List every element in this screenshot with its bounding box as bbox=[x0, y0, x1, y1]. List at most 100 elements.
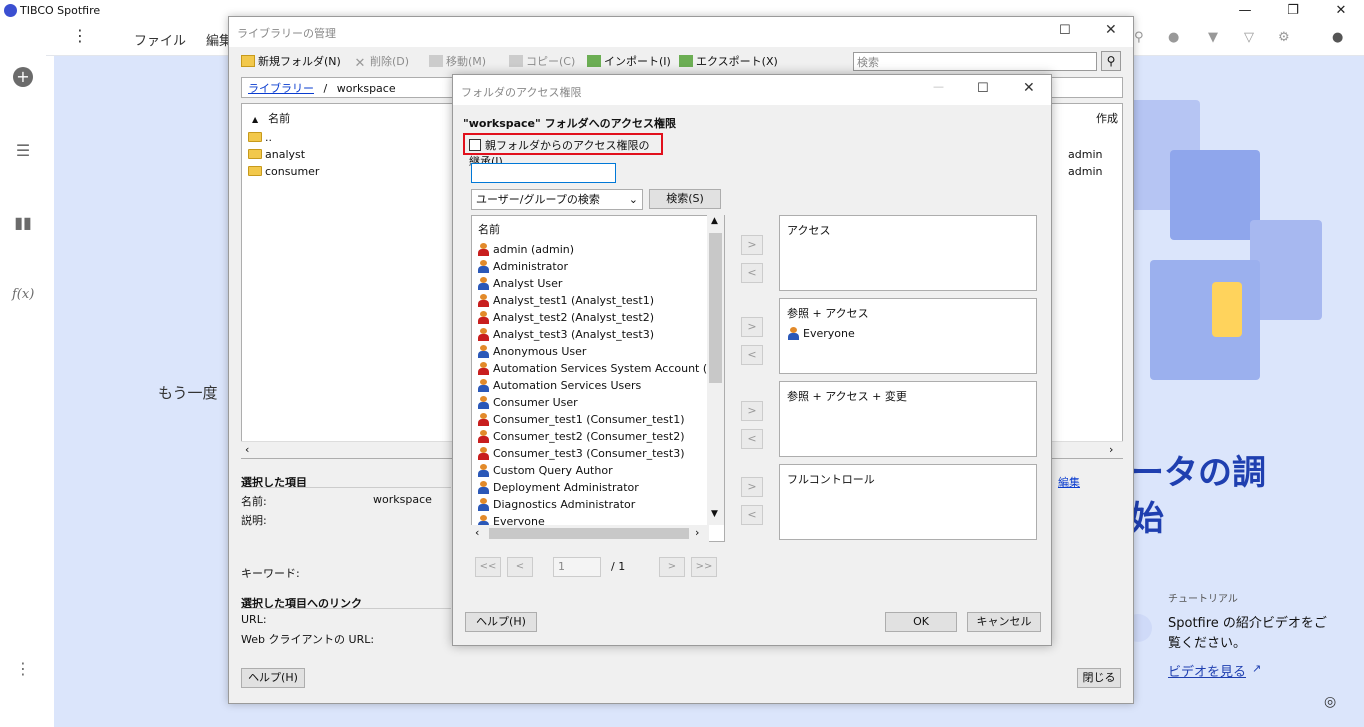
add-to-full-control-button[interactable]: > bbox=[741, 477, 763, 497]
user-list-item[interactable]: Administrator bbox=[477, 258, 568, 275]
close-icon[interactable]: ✕ bbox=[1332, 2, 1350, 20]
permission-box-read-access-modify[interactable]: 参照 + アクセス + 変更 bbox=[779, 381, 1037, 457]
library-search-input[interactable]: 検索 bbox=[853, 52, 1097, 71]
column-header-name[interactable]: ▲ 名前 bbox=[252, 110, 290, 126]
user-list-item-name: Analyst_test3 (Analyst_test3) bbox=[493, 328, 655, 341]
user-list-item[interactable]: Consumer_test1 (Consumer_test1) bbox=[477, 411, 685, 428]
list-item[interactable]: consumer bbox=[248, 163, 319, 180]
bookmark-icon[interactable]: ▼ bbox=[1208, 30, 1218, 45]
remove-from-access-button[interactable]: < bbox=[741, 263, 763, 283]
user-list-item[interactable]: Analyst_test2 (Analyst_test2) bbox=[477, 309, 654, 326]
add-to-access-button[interactable]: > bbox=[741, 235, 763, 255]
import-button[interactable]: インポート(I) bbox=[587, 53, 671, 71]
checkbox-box[interactable] bbox=[469, 139, 481, 151]
tutorial-link[interactable]: ビデオを見る bbox=[1168, 661, 1246, 680]
menu-file[interactable]: ファイル bbox=[134, 30, 186, 49]
new-folder-button[interactable]: 新規フォルダ(N) bbox=[241, 53, 341, 71]
pager-page-input[interactable]: 1 bbox=[553, 557, 601, 577]
dialog-help-button[interactable]: ヘルプ(H) bbox=[465, 612, 537, 632]
user-list-item-name: Analyst User bbox=[493, 277, 563, 290]
scroll-thumb[interactable] bbox=[709, 233, 722, 383]
scroll-thumb[interactable] bbox=[489, 528, 689, 539]
list-item[interactable]: .. bbox=[248, 129, 272, 146]
close-icon[interactable]: ✕ bbox=[1105, 22, 1117, 38]
close-icon[interactable]: ✕ bbox=[1023, 80, 1035, 96]
close-button[interactable]: 閉じる bbox=[1077, 668, 1121, 688]
permission-box-read-access[interactable]: 参照 + アクセス Everyone bbox=[779, 298, 1037, 374]
remove-from-read-access-button[interactable]: < bbox=[741, 345, 763, 365]
remove-from-full-control-button[interactable]: < bbox=[741, 505, 763, 525]
user-list-item[interactable]: Consumer_test3 (Consumer_test3) bbox=[477, 445, 685, 462]
new-folder-label: 新規フォルダ(N) bbox=[258, 55, 341, 68]
user-list-item[interactable]: Automation Services System Account (auto… bbox=[477, 360, 724, 377]
move-button[interactable]: 移動(M) bbox=[429, 53, 486, 71]
add-to-read-access-button[interactable]: > bbox=[741, 317, 763, 337]
user-list-item[interactable]: Analyst User bbox=[477, 275, 562, 292]
filter-icon[interactable]: ▽ bbox=[1244, 30, 1254, 45]
hierarchy-icon[interactable]: ⋮ bbox=[12, 658, 34, 680]
breadcrumb-root[interactable]: ライブラリー bbox=[248, 82, 314, 95]
search-icon[interactable]: ⚲ bbox=[1101, 51, 1121, 71]
data-canvas-icon[interactable]: ☰ bbox=[12, 140, 34, 162]
visualization-icon[interactable]: ▮▮ bbox=[12, 212, 34, 234]
scroll-right-icon[interactable]: › bbox=[695, 526, 699, 539]
move-label: 移動(M) bbox=[446, 55, 487, 68]
inherit-permissions-checkbox[interactable]: 親フォルダからのアクセス権限の継承(I) bbox=[463, 133, 663, 168]
column-header-created[interactable]: 作成 bbox=[1096, 110, 1118, 126]
user-list-item[interactable]: Consumer_test2 (Consumer_test2) bbox=[477, 428, 685, 445]
scroll-left-icon[interactable]: ‹ bbox=[475, 526, 479, 539]
copy-button[interactable]: コピー(C) bbox=[509, 53, 575, 71]
maximize-icon[interactable]: ☐ bbox=[977, 81, 989, 96]
minimize-icon[interactable]: — bbox=[1236, 2, 1254, 20]
search-button[interactable]: 検索(S) bbox=[649, 189, 721, 209]
pager-prev-button[interactable]: < bbox=[507, 557, 533, 577]
add-icon[interactable]: + bbox=[13, 67, 33, 87]
comment-icon[interactable]: ● bbox=[1168, 30, 1179, 45]
ok-button[interactable]: OK bbox=[885, 612, 957, 632]
permission-box-access[interactable]: アクセス bbox=[779, 215, 1037, 291]
pager-next-button[interactable]: > bbox=[659, 557, 685, 577]
user-icon bbox=[477, 362, 490, 375]
scroll-right-icon[interactable]: › bbox=[1109, 443, 1113, 456]
edit-link[interactable]: 編集 bbox=[1058, 474, 1080, 490]
user-list-item[interactable]: Consumer User bbox=[477, 394, 578, 411]
more-icon[interactable]: ⋮ bbox=[72, 26, 88, 45]
user-list-item[interactable]: admin (admin) bbox=[477, 241, 574, 258]
search-toolbar-icon[interactable]: ⚲ bbox=[1134, 30, 1144, 45]
remove-from-modify-button[interactable]: < bbox=[741, 429, 763, 449]
globe-icon[interactable]: ◎ bbox=[1324, 694, 1336, 710]
user-list-vertical-scrollbar[interactable]: ▲ ▼ bbox=[707, 215, 724, 525]
user-list-item[interactable]: Automation Services Users bbox=[477, 377, 641, 394]
permission-box-full-control[interactable]: フルコントロール bbox=[779, 464, 1037, 540]
user-search-input[interactable] bbox=[471, 163, 616, 183]
user-list-item[interactable]: Deployment Administrator bbox=[477, 479, 639, 496]
pager-last-button[interactable]: >> bbox=[691, 557, 717, 577]
cancel-button[interactable]: キャンセル bbox=[967, 612, 1041, 632]
function-icon[interactable]: f(x) bbox=[12, 284, 34, 306]
user-list-item[interactable]: Anonymous User bbox=[477, 343, 586, 360]
minimize-icon[interactable]: — bbox=[933, 80, 944, 93]
user-list-header[interactable]: 名前 bbox=[478, 221, 500, 237]
export-button[interactable]: エクスポート(X) bbox=[679, 53, 778, 71]
search-type-select[interactable]: ユーザー/グループの検索 ⌄ bbox=[471, 189, 643, 210]
user-list-item[interactable]: Analyst_test3 (Analyst_test3) bbox=[477, 326, 654, 343]
name-label: 名前: bbox=[241, 495, 267, 508]
help-button[interactable]: ヘルプ(H) bbox=[241, 668, 305, 688]
restore-icon[interactable]: ❐ bbox=[1284, 2, 1302, 20]
delete-button[interactable]: ✕ 削除(D) bbox=[353, 53, 410, 71]
scroll-down-icon[interactable]: ▼ bbox=[711, 509, 718, 519]
notification-icon[interactable]: ● bbox=[1332, 30, 1343, 45]
settings-icon[interactable]: ⚙ bbox=[1278, 30, 1290, 45]
user-list-item[interactable]: Diagnostics Administrator bbox=[477, 496, 635, 513]
add-to-modify-button[interactable]: > bbox=[741, 401, 763, 421]
list-item[interactable]: analyst bbox=[248, 146, 305, 163]
scroll-left-icon[interactable]: ‹ bbox=[245, 443, 249, 456]
pager-first-button[interactable]: << bbox=[475, 557, 501, 577]
user-list-horizontal-scrollbar[interactable]: ‹ › bbox=[471, 525, 709, 542]
user-list-item[interactable]: Analyst_test1 (Analyst_test1) bbox=[477, 292, 654, 309]
maximize-icon[interactable]: ☐ bbox=[1059, 23, 1071, 38]
permission-member[interactable]: Everyone bbox=[787, 327, 1029, 340]
user-list-item[interactable]: Custom Query Author bbox=[477, 462, 613, 479]
dialog-titlebar: フォルダのアクセス権限 — ☐ ✕ bbox=[453, 75, 1051, 105]
scroll-up-icon[interactable]: ▲ bbox=[711, 216, 718, 226]
